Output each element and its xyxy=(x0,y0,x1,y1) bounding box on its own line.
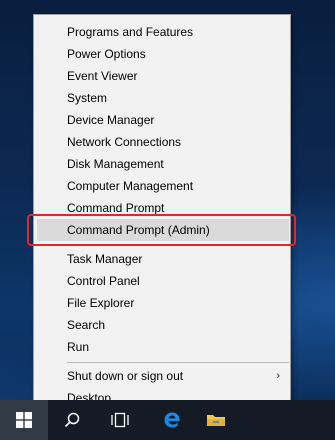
start-button[interactable] xyxy=(0,400,48,440)
task-view-icon xyxy=(111,412,129,428)
file-explorer-button[interactable] xyxy=(192,400,240,440)
menu-item-network-connections[interactable]: Network Connections xyxy=(34,131,290,153)
menu-item-computer-management[interactable]: Computer Management xyxy=(34,175,290,197)
annotation-highlight-box xyxy=(27,214,296,246)
taskbar xyxy=(0,400,335,440)
edge-button[interactable] xyxy=(148,400,196,440)
menu-item-file-explorer[interactable]: File Explorer xyxy=(34,292,290,314)
windows-logo-icon xyxy=(16,412,32,428)
chevron-right-icon: › xyxy=(276,370,280,382)
menu-item-label: Shut down or sign out xyxy=(67,369,184,383)
menu-item-task-manager[interactable]: Task Manager xyxy=(34,248,290,270)
menu-item-programs-and-features[interactable]: Programs and Features xyxy=(34,21,290,43)
edge-icon xyxy=(164,412,180,428)
task-view-button[interactable] xyxy=(96,400,144,440)
power-user-menu: Programs and Features Power Options Even… xyxy=(33,14,291,410)
menu-item-shut-down-or-sign-out[interactable]: Shut down or sign out › xyxy=(34,365,290,387)
menu-item-search[interactable]: Search xyxy=(34,314,290,336)
menu-separator xyxy=(67,362,289,363)
menu-item-run[interactable]: Run xyxy=(34,336,290,358)
menu-item-event-viewer[interactable]: Event Viewer xyxy=(34,65,290,87)
menu-item-power-options[interactable]: Power Options xyxy=(34,43,290,65)
search-button[interactable] xyxy=(48,400,96,440)
file-explorer-icon xyxy=(207,415,225,426)
menu-item-control-panel[interactable]: Control Panel xyxy=(34,270,290,292)
menu-item-device-manager[interactable]: Device Manager xyxy=(34,109,290,131)
search-icon xyxy=(64,412,80,428)
menu-item-disk-management[interactable]: Disk Management xyxy=(34,153,290,175)
menu-item-system[interactable]: System xyxy=(34,87,290,109)
